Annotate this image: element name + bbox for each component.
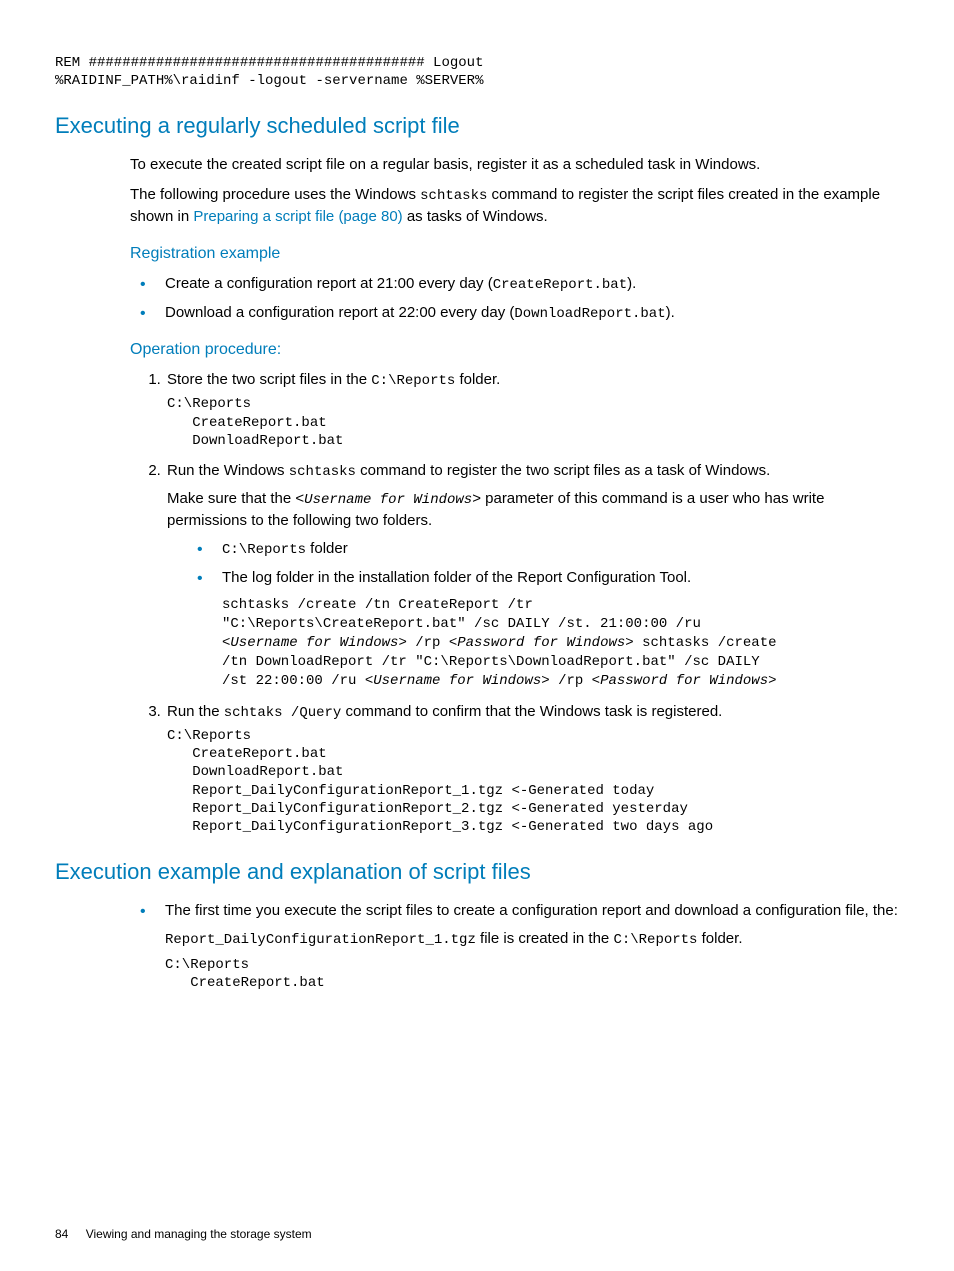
code-block: C:\Reports CreateReport.bat (165, 956, 899, 992)
list-item: The first time you execute the script fi… (165, 900, 899, 992)
footer-title: Viewing and managing the storage system (86, 1227, 312, 1241)
paragraph: Make sure that the <Username for Windows… (167, 488, 899, 532)
bullet-list: Create a configuration report at 21:00 e… (130, 273, 899, 324)
subsection-heading: Registration example (130, 242, 899, 265)
code-block: C:\Reports CreateReport.bat DownloadRepo… (167, 395, 899, 450)
paragraph: To execute the created script file on a … (130, 154, 899, 176)
section-heading: Execution example and explanation of scr… (55, 856, 899, 888)
code-block: schtasks /create /tn CreateReport /tr "C… (222, 596, 899, 690)
list-item: Run the Windows schtasks command to regi… (165, 460, 899, 691)
numbered-list: Store the two script files in the C:\Rep… (130, 369, 899, 836)
page-footer: 84 Viewing and managing the storage syst… (55, 1226, 312, 1243)
page-number: 84 (55, 1227, 68, 1241)
paragraph: Report_DailyConfigurationReport_1.tgz fi… (165, 928, 899, 950)
bullet-list: C:\Reports folder The log folder in the … (167, 538, 899, 691)
subsection-heading: Operation procedure: (130, 338, 899, 361)
list-item: Create a configuration report at 21:00 e… (165, 273, 899, 295)
list-item: Store the two script files in the C:\Rep… (165, 369, 899, 450)
section-heading: Executing a regularly scheduled script f… (55, 110, 899, 142)
list-item: Run the schtaks /Query command to confir… (165, 701, 899, 836)
xref-link[interactable]: Preparing a script file (page 80) (193, 208, 402, 225)
bullet-list: The first time you execute the script fi… (130, 900, 899, 992)
code-block: REM ####################################… (55, 54, 899, 90)
list-item: C:\Reports folder (222, 538, 899, 560)
list-item: The log folder in the installation folde… (222, 567, 899, 691)
list-item: Download a configuration report at 22:00… (165, 302, 899, 324)
paragraph: The following procedure uses the Windows… (130, 184, 899, 228)
code-block: C:\Reports CreateReport.bat DownloadRepo… (167, 727, 899, 836)
